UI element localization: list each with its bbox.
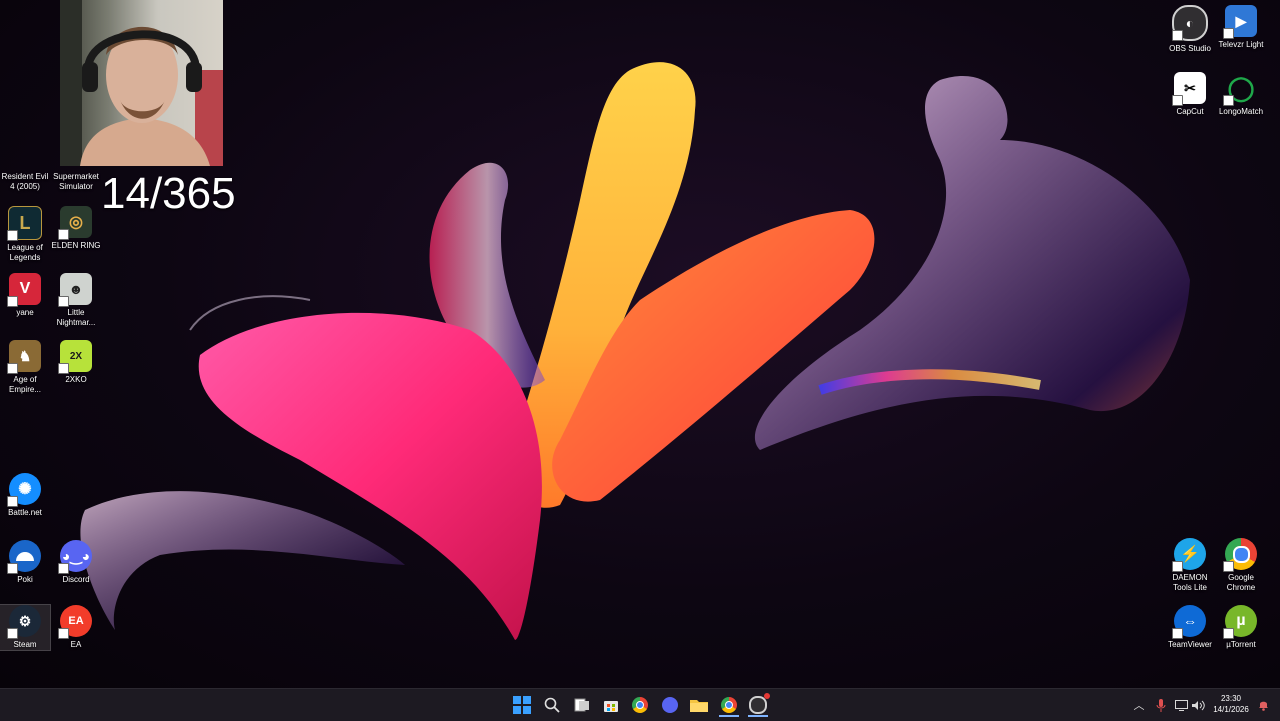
- desktop-icon-label: Poki: [17, 575, 33, 584]
- longomatch-icon: ◯: [1223, 72, 1257, 106]
- chevron-up-icon[interactable]: ︿: [1132, 698, 1146, 712]
- daemon-tools-icon: ⚡: [1172, 538, 1206, 572]
- webcam-overlay: [60, 0, 223, 166]
- elden-ring-icon: ◎: [58, 206, 92, 240]
- desktop-icon-longomatch[interactable]: ◯ LongoMatch: [1216, 72, 1266, 117]
- clock-date: 14/1/2026: [1213, 705, 1249, 714]
- televzr-icon: ▶: [1223, 5, 1257, 39]
- microphone-icon[interactable]: [1154, 698, 1168, 712]
- desktop: 14/365 Resident Evil 4 (2005) Supermarke…: [0, 0, 1280, 688]
- desktop-icon-daemon-tools-lite[interactable]: ⚡ DAEMON Tools Lite: [1165, 538, 1215, 593]
- obs-studio-icon[interactable]: [748, 693, 770, 717]
- desktop-icon-capcut[interactable]: ✂ CapCut: [1165, 72, 1215, 117]
- microsoft-store-icon[interactable]: [601, 695, 621, 715]
- desktop-icon-label: LongoMatch: [1218, 107, 1264, 116]
- discord-icon: ◕‿◕: [58, 540, 92, 574]
- desktop-icon-ea[interactable]: EA EA: [51, 605, 101, 650]
- desktop-icon-label: CapCut: [1176, 107, 1204, 116]
- desktop-icon-label: Discord: [62, 575, 90, 584]
- little-nightmares-icon: ☻: [58, 273, 92, 307]
- desktop-icon-poki[interactable]: Poki: [0, 540, 50, 585]
- desktop-icon-2xko[interactable]: 2X 2XKO: [51, 340, 101, 385]
- desktop-icon-utorrent[interactable]: µ µTorrent: [1216, 605, 1266, 650]
- desktop-icon-label: TeamViewer: [1168, 640, 1212, 649]
- desktop-icon-battlenet[interactable]: ✺ Battle.net: [0, 473, 50, 518]
- teamviewer-icon: ⇔: [1172, 605, 1206, 639]
- file-explorer-icon[interactable]: [689, 695, 709, 715]
- taskbar: ︿ 23:30 14/1/2026: [0, 688, 1280, 721]
- desktop-icon-label: Age of Empire...: [8, 375, 41, 394]
- desktop-icon-little-nightmares[interactable]: ☻ Little Nightmar...: [51, 273, 101, 328]
- desktop-icon-label: Little Nightmar...: [56, 308, 96, 327]
- desktop-icon-obs-studio[interactable]: ◐ OBS Studio: [1165, 5, 1215, 54]
- desktop-icon-supermarket-simulator[interactable]: Supermarket Simulator: [51, 150, 101, 192]
- webcam-person-image: [60, 0, 223, 166]
- desktop-icon-teamviewer[interactable]: ⇔ TeamViewer: [1165, 605, 1215, 650]
- desktop-icon-label: yane: [16, 308, 34, 317]
- network-icon[interactable]: [1174, 698, 1188, 712]
- clock-time: 23:30: [1220, 694, 1242, 703]
- desktop-icon-steam[interactable]: ⚙ Steam: [0, 604, 51, 651]
- desktop-icon-televzr-light[interactable]: ▶ Televzr Light: [1216, 5, 1266, 50]
- battlenet-icon: ✺: [7, 473, 41, 507]
- 2xko-icon: 2X: [58, 340, 92, 374]
- windows-start-icon[interactable]: [512, 695, 532, 715]
- ea-icon: EA: [58, 605, 92, 639]
- desktop-icon-label: Battle.net: [8, 508, 42, 517]
- task-view-icon[interactable]: [572, 695, 592, 715]
- desktop-icon-resident-evil[interactable]: Resident Evil 4 (2005): [0, 150, 50, 192]
- desktop-icon-label: OBS Studio: [1169, 44, 1211, 53]
- desktop-icon-label: EA: [70, 640, 82, 649]
- chrome-icon: [1223, 538, 1257, 572]
- desktop-icon-google-chrome[interactable]: Google Chrome: [1216, 538, 1266, 593]
- valorant-icon: V: [7, 273, 41, 307]
- desktop-icon-label: Televzr Light: [1218, 40, 1264, 49]
- obs-studio-icon: ◐: [1172, 5, 1208, 41]
- notification-bell-icon[interactable]: [1256, 698, 1270, 712]
- desktop-icon-elden-ring[interactable]: ◎ ELDEN RING: [51, 206, 101, 251]
- discord-icon[interactable]: [660, 695, 680, 715]
- desktop-icon-label: µTorrent: [1226, 640, 1256, 649]
- chrome-icon[interactable]: [630, 695, 650, 715]
- desktop-icon-label: Google Chrome: [1226, 573, 1256, 592]
- chrome-icon[interactable]: [719, 695, 739, 717]
- day-counter: 14/365: [101, 169, 236, 218]
- desktop-icon-label: Supermarket Simulator: [53, 172, 99, 191]
- desktop-icon-discord[interactable]: ◕‿◕ Discord: [51, 540, 101, 585]
- desktop-icon-label: 2XKO: [65, 375, 87, 384]
- desktop-icon-league-of-legends[interactable]: L League of Legends: [0, 206, 50, 263]
- desktop-icon-label: League of Legends: [7, 243, 43, 262]
- capcut-icon: ✂: [1172, 72, 1206, 106]
- desktop-icon-label: ELDEN RING: [51, 241, 101, 250]
- desktop-icon-label: Steam: [13, 640, 37, 649]
- taskbar-clock[interactable]: 23:30 14/1/2026: [1208, 693, 1254, 715]
- steam-icon: ⚙: [7, 605, 41, 639]
- search-icon[interactable]: [542, 695, 562, 715]
- utorrent-icon: µ: [1223, 605, 1257, 639]
- desktop-icon-label: Resident Evil 4 (2005): [1, 172, 49, 191]
- desktop-icon-label: DAEMON Tools Lite: [1172, 573, 1208, 592]
- poki-icon: [7, 540, 41, 574]
- league-of-legends-icon: L: [7, 206, 42, 241]
- volume-icon[interactable]: [1191, 698, 1205, 712]
- desktop-icon-yane[interactable]: V yane: [0, 273, 50, 318]
- age-of-empires-icon: ♞: [7, 340, 41, 374]
- desktop-icon-age-of-empires[interactable]: ♞ Age of Empire...: [0, 340, 50, 395]
